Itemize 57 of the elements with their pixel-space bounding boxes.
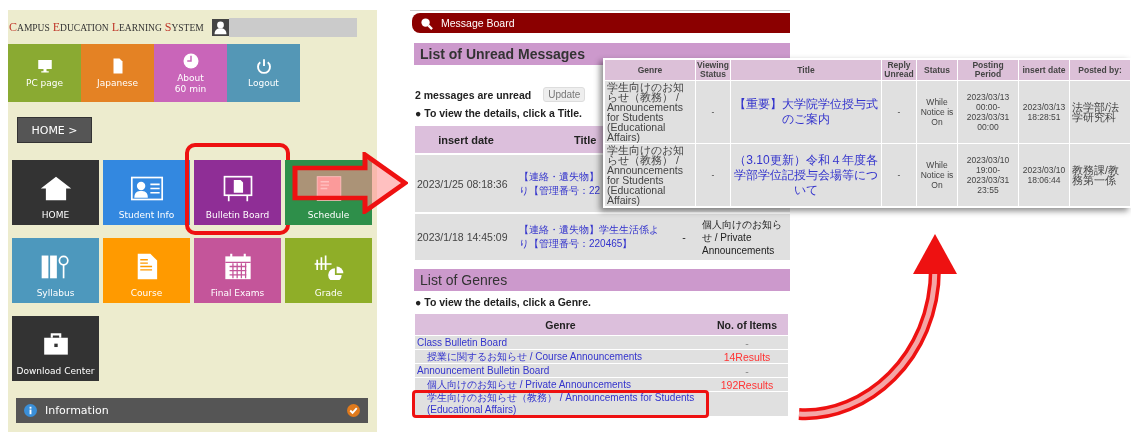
column-header: Posting Period: [958, 60, 1018, 80]
section-heading: List of Genres: [414, 269, 790, 291]
column-header: Posted by:: [1070, 60, 1130, 80]
table-cell: -: [682, 231, 686, 243]
panel-title: Message Board: [441, 17, 515, 29]
clock-icon: [181, 51, 200, 70]
column-header: insert date: [1019, 60, 1069, 80]
menu-tile[interactable]: Download Center: [12, 316, 99, 381]
column-header: No. of Items: [706, 314, 788, 335]
item-count: 14Results: [723, 350, 771, 363]
table-cell-text: 教務課/教務第一係: [1072, 165, 1120, 185]
table-cell-text: 2023/03/13 00:00-2023/03/31 00:00: [965, 92, 1011, 132]
title-link[interactable]: 【連絡・遺失物】 り【管理番号：22: [519, 169, 601, 198]
site-title: CAMPUS EDUCATION LEARNING SYSTEM: [9, 19, 204, 35]
power-icon: [254, 57, 273, 75]
column-header: Genre: [415, 314, 706, 335]
table-cell-text: -: [710, 107, 716, 117]
table-cell-text: -: [896, 170, 902, 180]
check-icon: [347, 404, 360, 417]
house-icon: [38, 175, 73, 202]
column-header: insert date: [415, 126, 517, 153]
table-cell-text: 法学部/法学研究科: [1072, 102, 1120, 122]
menu-tile[interactable]: Schedule: [285, 160, 372, 225]
info-icon: [24, 404, 37, 417]
update-button[interactable]: Update: [543, 87, 586, 102]
table-cell-text: -: [710, 170, 716, 180]
column-header: Viewing Status: [696, 60, 730, 80]
search-icon: [420, 16, 433, 30]
menu-tile[interactable]: Bulletin Board: [194, 160, 281, 225]
table-cell-text: 2023/03/10 19:00-2023/03/31 23:55: [965, 155, 1011, 195]
date-cell: 2023/1/25 08:18:36: [415, 155, 517, 212]
menu-tile[interactable]: HOME: [12, 160, 99, 225]
table-cell-text: -: [896, 107, 902, 117]
item-count: 192Results: [720, 378, 774, 391]
column-header: Title: [731, 60, 881, 80]
column-header: Status: [917, 60, 957, 80]
home-button[interactable]: HOME >: [17, 117, 92, 143]
monitor-icon: [35, 57, 54, 75]
date-cell: 2023/03/13 18:28:51: [1021, 102, 1067, 122]
user-icon: [211, 18, 229, 36]
column-header: Reply Unread: [882, 60, 916, 80]
hint-text: ● To view the details, click a Title.: [415, 107, 582, 119]
id-card-icon: [129, 175, 164, 202]
date-cell: 2023/1/18 14:45:09: [415, 214, 517, 260]
hint-text: ● To view the details, click a Genre.: [415, 296, 591, 308]
genre-cell-text: 個人向けのお知らせ / Private Announcements: [701, 217, 783, 257]
item-count: -: [745, 364, 749, 377]
menu-button[interactable]: About 60 min: [154, 44, 227, 102]
status-cell: While Notice is On: [919, 97, 955, 127]
item-count: -: [745, 336, 749, 349]
status-cell: While Notice is On: [919, 160, 955, 190]
unread-count: 2 messages are unread: [415, 88, 532, 101]
information-label: Information: [45, 404, 110, 417]
date-cell: 2023/03/10 18:06:44: [1021, 165, 1067, 185]
column-header: Genre: [605, 60, 695, 80]
menu-tile[interactable]: Student Info: [103, 160, 190, 225]
menu-tile[interactable]: Final Exams: [194, 238, 281, 303]
